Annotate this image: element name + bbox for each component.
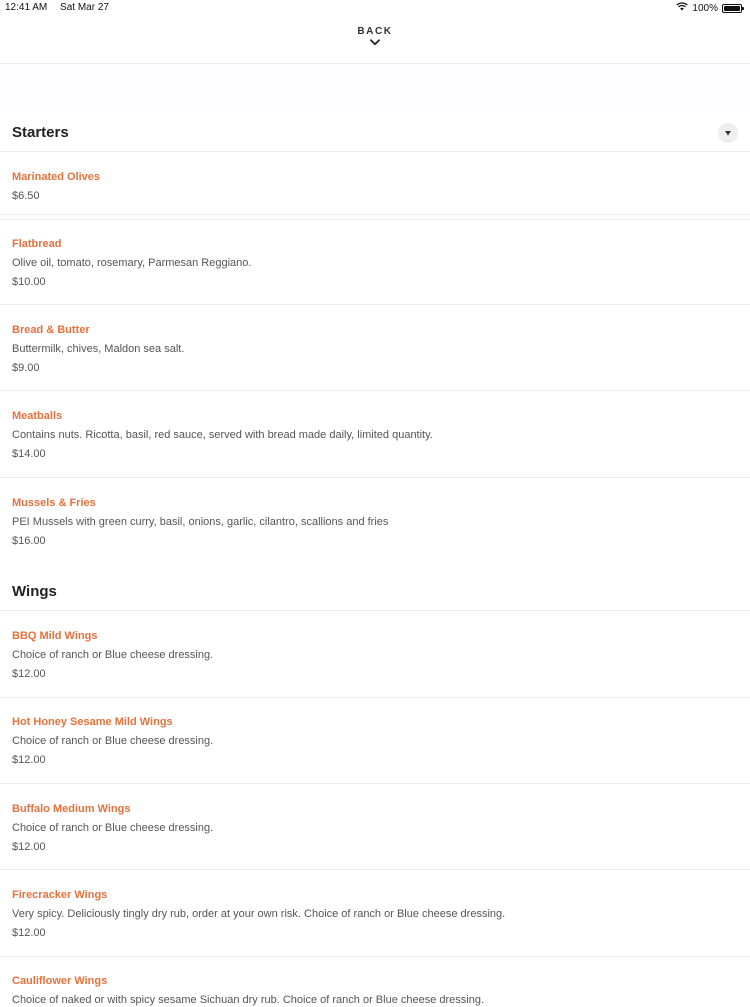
item-price: $12.00 <box>12 841 46 853</box>
item-name: Firecracker Wings <box>12 889 108 901</box>
divider <box>0 610 750 611</box>
divider <box>0 304 750 305</box>
divider <box>0 956 750 957</box>
item-price: $9.00 <box>12 362 40 374</box>
section-title-wings: Wings <box>12 583 57 600</box>
back-label: BACK <box>357 26 393 37</box>
menu-item[interactable]: Hot Honey Sesame Mild Wings Choice of ra… <box>12 715 732 767</box>
battery-percent: 100% <box>692 2 718 14</box>
item-price: $12.00 <box>12 668 46 680</box>
item-description: Choice of ranch or Blue cheese dressing. <box>12 822 214 834</box>
item-description: PEI Mussels with green curry, basil, oni… <box>12 516 389 528</box>
item-name: Meatballs <box>12 410 63 422</box>
item-name: Buffalo Medium Wings <box>12 803 131 815</box>
item-price: $12.00 <box>12 754 46 766</box>
caret-down-icon <box>725 130 731 135</box>
item-description: Choice of ranch or Blue cheese dressing. <box>12 649 214 661</box>
item-price: $14.00 <box>12 448 46 460</box>
divider <box>0 151 750 152</box>
divider <box>0 477 750 478</box>
item-price: $10.00 <box>12 276 46 288</box>
status-date: Sat Mar 27 <box>60 2 109 13</box>
item-name: BBQ Mild Wings <box>12 630 98 642</box>
chevron-down-icon <box>370 39 380 46</box>
item-price: $12.00 <box>12 927 46 939</box>
divider <box>0 869 750 870</box>
item-name: Mussels & Fries <box>12 497 96 509</box>
item-name: Cauliflower Wings <box>12 975 108 987</box>
item-price: $16.00 <box>12 535 46 547</box>
item-name: Hot Honey Sesame Mild Wings <box>12 716 173 728</box>
status-right: 100% <box>676 2 744 14</box>
battery-icon <box>722 3 744 13</box>
menu-item[interactable]: Buffalo Medium Wings Choice of ranch or … <box>12 802 732 854</box>
item-name: Bread & Butter <box>12 324 90 336</box>
divider <box>0 783 750 784</box>
item-name: Flatbread <box>12 238 62 250</box>
item-description: Choice of ranch or Blue cheese dressing. <box>12 735 214 747</box>
item-description: Very spicy. Deliciously tingly dry rub, … <box>12 908 506 920</box>
divider <box>0 697 750 698</box>
divider <box>0 390 750 391</box>
item-description: Contains nuts. Ricotta, basil, red sauce… <box>12 429 433 441</box>
menu-item[interactable]: Bread & Butter Buttermilk, chives, Maldo… <box>12 323 732 375</box>
section-title-starters: Starters <box>12 124 69 141</box>
menu-item[interactable]: BBQ Mild Wings Choice of ranch or Blue c… <box>12 629 732 681</box>
status-left: 12:41 AM Sat Mar 27 <box>5 2 109 13</box>
menu-top-spacer <box>0 64 750 112</box>
item-description: Choice of naked or with spicy sesame Sic… <box>12 994 485 1006</box>
status-time: 12:41 AM <box>5 2 48 13</box>
menu-item[interactable]: Cauliflower Wings Choice of naked or wit… <box>12 974 732 1007</box>
menu-item[interactable]: Firecracker Wings Very spicy. Deliciousl… <box>12 888 732 940</box>
item-description: Olive oil, tomato, rosemary, Parmesan Re… <box>12 257 252 269</box>
menu-item[interactable]: Marinated Olives $6.50 <box>12 170 732 203</box>
wifi-icon <box>676 2 689 14</box>
item-name: Marinated Olives <box>12 171 101 183</box>
divider <box>0 214 750 215</box>
menu-item[interactable]: Flatbread Olive oil, tomato, rosemary, P… <box>12 237 732 289</box>
divider <box>0 219 750 220</box>
item-description: Buttermilk, chives, Maldon sea salt. <box>12 343 185 355</box>
back-button[interactable]: BACK <box>325 26 425 58</box>
collapse-section-button[interactable] <box>718 123 738 143</box>
item-price: $6.50 <box>12 190 40 202</box>
status-bar: 12:41 AM Sat Mar 27 100% <box>0 0 750 16</box>
menu-item[interactable]: Mussels & Fries PEI Mussels with green c… <box>12 496 732 548</box>
menu-item[interactable]: Meatballs Contains nuts. Ricotta, basil,… <box>12 409 732 461</box>
